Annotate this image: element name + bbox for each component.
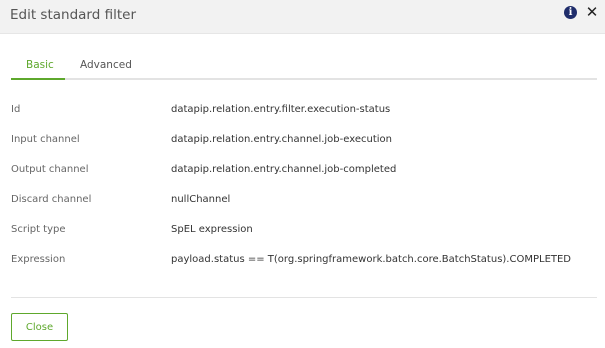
tab-advanced[interactable]: Advanced [80,59,132,71]
dialog-title: Edit standard filter [10,7,137,23]
field-label-input-channel: Input channel [11,134,80,145]
field-label-expression: Expression [11,254,66,265]
info-icon[interactable]: i [564,6,577,19]
footer-divider [11,297,597,298]
field-value-expression: payload.status == T(org.springframework.… [171,254,572,265]
field-value-discard-channel: nullChannel [171,194,231,205]
field-label-discard-channel: Discard channel [11,194,92,205]
dialog-header: Edit standard filter i ✕ [0,0,605,34]
close-button[interactable]: Close [11,313,68,341]
field-value-input-channel: datapip.relation.entry.channel.job-execu… [171,134,392,145]
field-value-id: datapip.relation.entry.filter.execution-… [171,104,391,115]
field-value-script-type: SpEL expression [171,224,253,235]
field-value-output-channel: datapip.relation.entry.channel.job-compl… [171,164,397,175]
tab-basic[interactable]: Basic [26,59,54,71]
field-label-id: Id [11,104,21,115]
active-tab-indicator [11,78,65,80]
field-label-output-channel: Output channel [11,164,89,175]
close-icon[interactable]: ✕ [585,3,599,21]
tab-bar: Basic Advanced [11,52,597,80]
edit-filter-dialog: Edit standard filter i ✕ Basic Advanced … [0,0,605,348]
field-label-script-type: Script type [11,224,66,235]
